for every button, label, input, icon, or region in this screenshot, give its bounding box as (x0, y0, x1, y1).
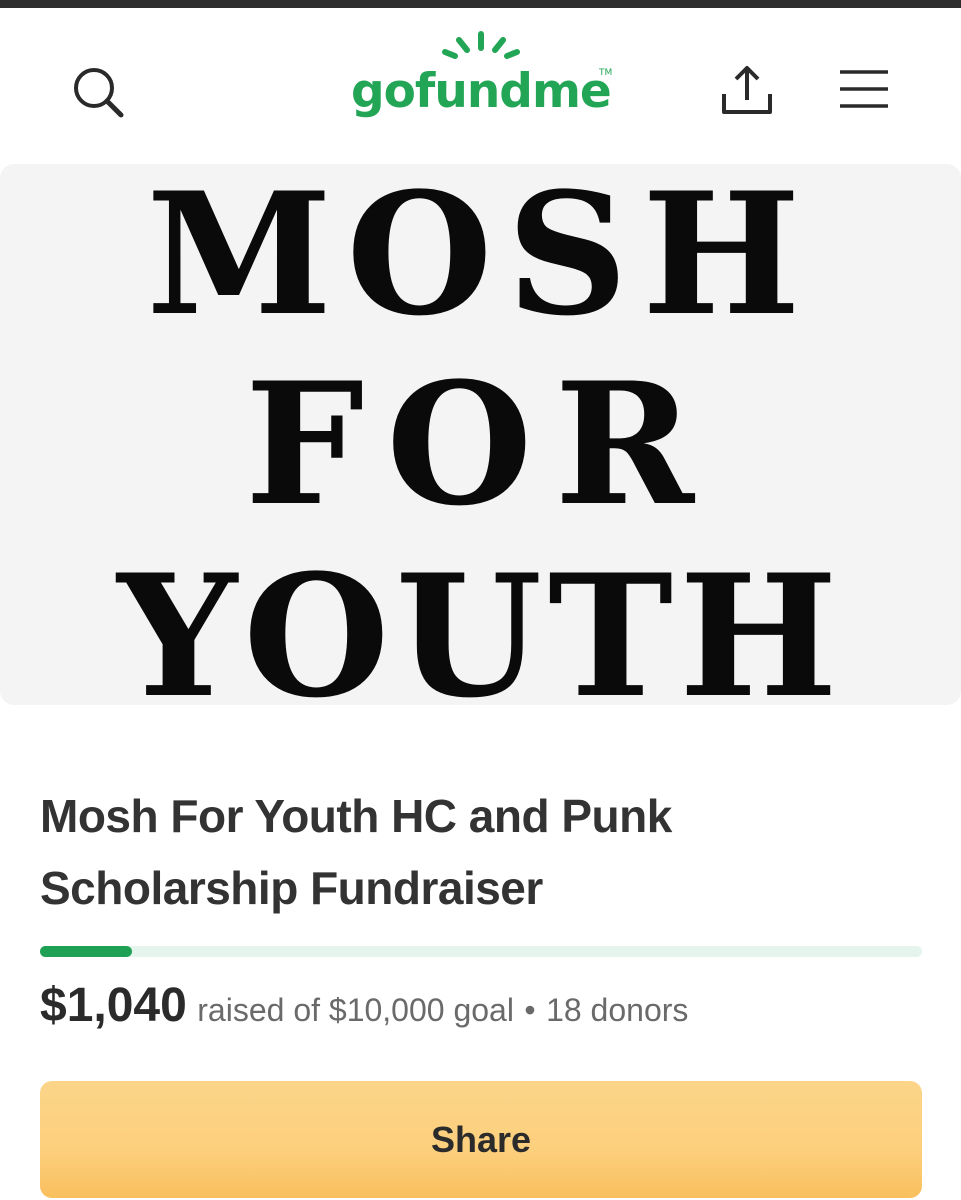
hero-text-line-2: FOR (244, 345, 717, 543)
raised-goal-text: raised of $10,000 goal (197, 992, 514, 1028)
progress-bar-fill (40, 946, 132, 957)
campaign-hero-image[interactable]: MOSH FOR YOUTH (0, 164, 961, 705)
hero-text-line-3: YOUTH (117, 537, 844, 705)
hero-text-line-1: MOSH (146, 164, 815, 353)
hamburger-menu-icon (840, 70, 888, 108)
campaign-title: Mosh For Youth HC and Punk Scholarship F… (40, 790, 672, 914)
share-button[interactable]: Share (40, 1081, 922, 1198)
search-icon (74, 68, 124, 118)
header-share-button[interactable] (716, 60, 778, 124)
status-bar-strip (0, 0, 961, 8)
donation-stats: $1,040 raised of $10,000 goal • 18 donor… (40, 982, 688, 1030)
share-upload-icon (722, 66, 772, 114)
gofundme-logo[interactable]: gofundme TM (345, 28, 615, 128)
logo-wordmark: gofundme (351, 64, 612, 119)
logo-trademark: TM (599, 68, 613, 78)
logo-sun-rays-icon (442, 31, 520, 59)
progress-bar (40, 946, 922, 957)
donor-count: 18 donors (546, 992, 689, 1028)
menu-button[interactable] (834, 66, 894, 116)
site-header: gofundme TM (0, 8, 961, 164)
search-button[interactable] (66, 60, 130, 124)
raised-amount: $1,040 (40, 979, 187, 1032)
stats-separator: • (524, 992, 536, 1028)
